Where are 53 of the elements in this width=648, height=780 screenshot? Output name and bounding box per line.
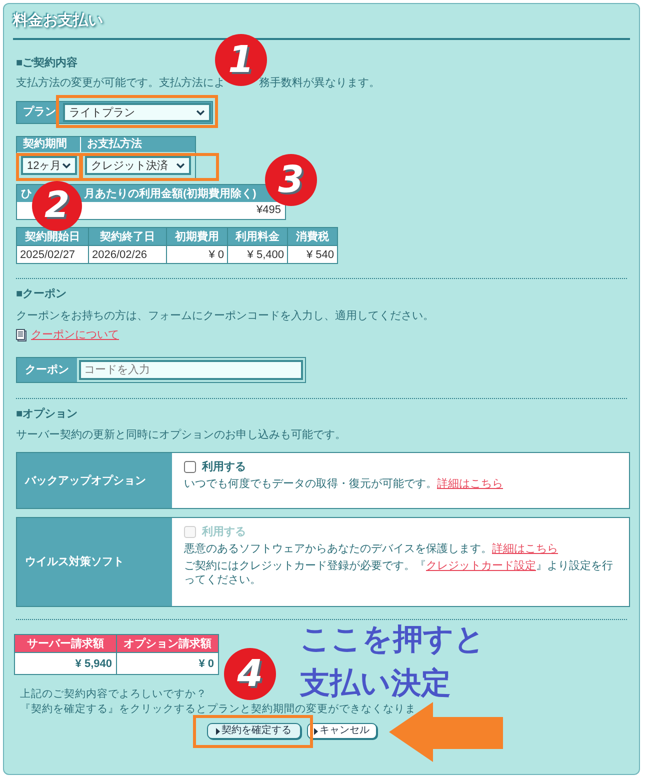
field-label: クーポン (17, 358, 77, 382)
table-cell: ¥ 5,400 (228, 246, 288, 264)
confirm-text: 『契約を確定する』をクリックするとプランと契約期間の変更ができなくなりま (20, 702, 416, 717)
chevron-down-icon (62, 162, 71, 168)
coupon-input[interactable]: コードを入力 (79, 360, 303, 380)
table-header: ひ (21, 186, 32, 200)
confirm-button[interactable]: 契約を確定する (206, 723, 300, 739)
chevron-down-icon (196, 110, 205, 116)
play-icon (314, 728, 318, 734)
option-name: バックアップオプション (17, 453, 172, 508)
description-text: 支払方法の変更が可能です。支払方法によ (16, 76, 225, 90)
panel-title: 料金お支払い (13, 12, 103, 30)
field-label: プラン (22, 104, 57, 120)
column-header: 初期費用 (166, 228, 228, 246)
confirm-text: 上記のご契約内容でよろしいですか？ (20, 687, 207, 702)
detail-link[interactable]: 詳細はこちら (437, 478, 503, 490)
annotation-caption: ここを押すと (300, 622, 485, 658)
annotation-caption: 支払い決定 (300, 666, 451, 702)
table-cell: ¥ 5,940 (14, 652, 116, 674)
option-note: 悪意のあるソフトウェアからあなたのデバイスを保護します。詳細はこちら (184, 542, 559, 556)
column-header: 契約終了日 (88, 228, 166, 246)
description-text: サーバー契約の更新と同時にオプションのお申し込みも可能です。 (16, 428, 346, 442)
description-text: クーポンをお持ちの方は、フォームにクーポンコードを入力し、適用してください。 (16, 309, 434, 323)
option-name: ウイルス対策ソフト (17, 518, 172, 606)
column-header: オプション請求額 (116, 634, 218, 652)
table-cell: ¥ 0 (166, 246, 228, 264)
option-checkbox[interactable] (184, 461, 196, 473)
checkbox-label: 利用する (202, 460, 246, 474)
option-note: ご契約にはクレジットカード登録が必要です。『クレジットカード設定』より設定を行ってください。 (184, 559, 614, 587)
column-header: 契約開始日 (16, 228, 88, 246)
section-heading: ■クーポン (16, 287, 67, 301)
period-select[interactable]: 12ヶ月 (21, 156, 77, 175)
table-cell: ¥ 0 (116, 652, 218, 674)
option-note: いつでも何度でもデータの取得・復元が可能です。詳細はこちら (184, 477, 504, 491)
payment-select[interactable]: クレジット決済 (85, 156, 191, 175)
table-header: 契約期間 (17, 137, 81, 152)
table-cell: 2025/02/27 (16, 246, 88, 264)
table-cell: ¥ 540 (288, 246, 338, 264)
table-header: 月あたりの利用金額(初期費用除く) (84, 186, 256, 200)
document-icon (16, 328, 27, 342)
chevron-down-icon (176, 162, 185, 168)
section-heading: ■ご契約内容 (16, 56, 78, 70)
checkbox-label: 利用する (202, 525, 246, 539)
column-header: サーバー請求額 (14, 634, 116, 652)
cancel-button[interactable]: キャンセル (306, 723, 376, 739)
column-header: 利用料金 (228, 228, 288, 246)
description-text: 務手数料が異なります。 (259, 76, 380, 90)
table-header: お支払方法 (81, 137, 195, 152)
table-cell: 2026/02/26 (88, 246, 166, 264)
plan-select[interactable]: ライトプラン (63, 103, 211, 122)
column-header: 消費税 (288, 228, 338, 246)
play-icon (216, 728, 220, 734)
section-heading: ■オプション (16, 407, 78, 421)
